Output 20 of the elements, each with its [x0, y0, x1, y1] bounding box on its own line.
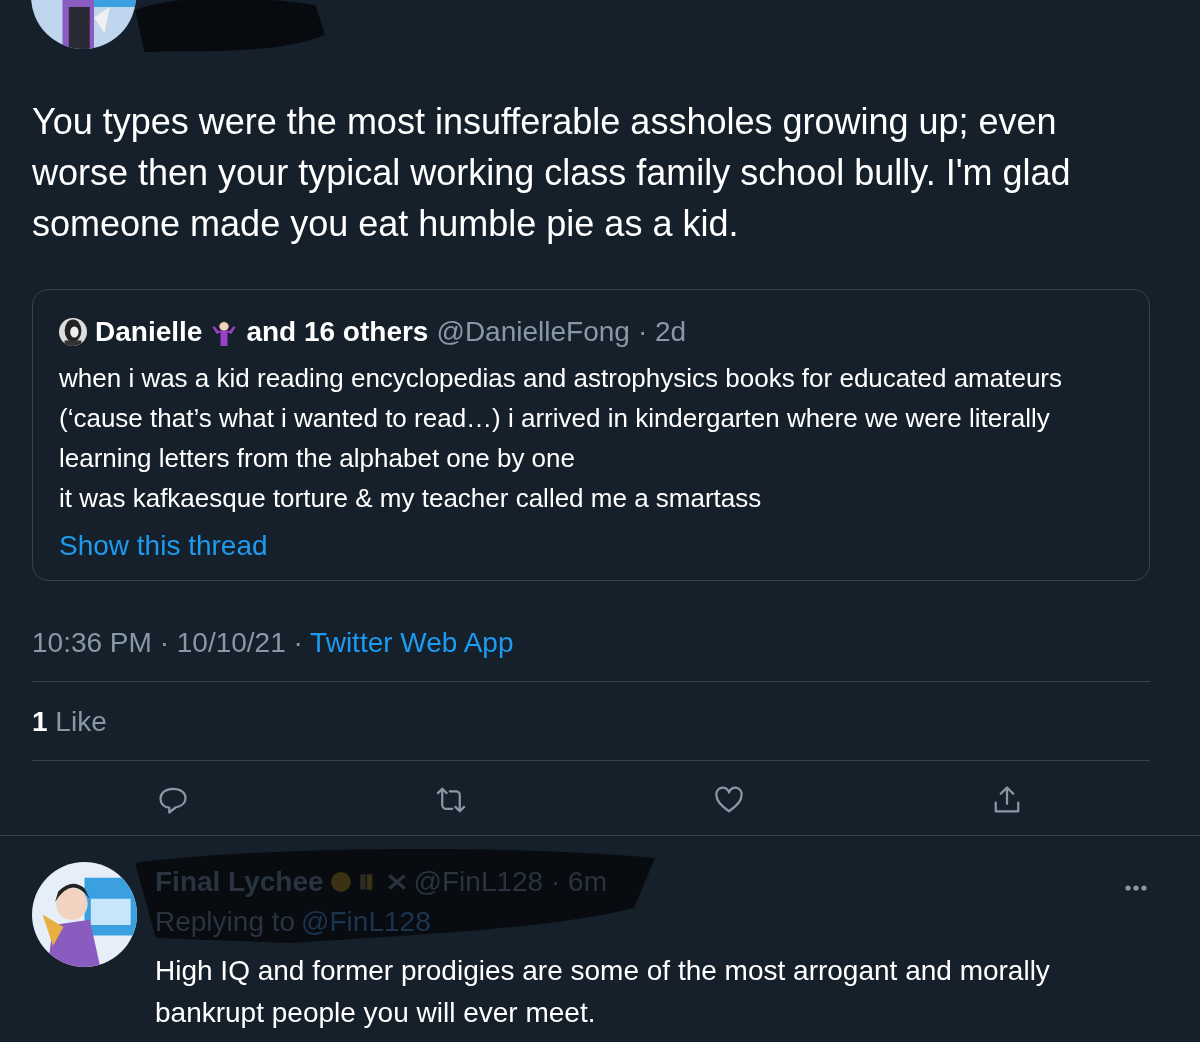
shrugging-person-icon: [210, 318, 239, 346]
quoted-tweet-card[interactable]: [32, 289, 1150, 581]
heart-icon[interactable]: [714, 785, 744, 815]
tweet-time: · 2d: [637, 316, 687, 348]
quote-text: it was kafkaesque torture & my teacher called me a smartass: [59, 482, 763, 515]
likes-link[interactable]: 1 Like: [32, 706, 107, 737]
reply-icon[interactable]: [158, 785, 188, 815]
more-options-icon[interactable]: [1124, 884, 1148, 892]
share-icon[interactable]: [992, 785, 1022, 815]
cross-icon: [385, 871, 408, 893]
author-handle: @DanielleFong: [436, 316, 630, 348]
tweet-timestamp: 10:36 PM · 10/10/21 ·: [32, 627, 304, 658]
source-link[interactable]: Twitter Web App: [310, 627, 514, 658]
author-name: Danielle: [95, 316, 203, 348]
tweet-text: You types were the most insufferable assholes growing up; even worse then your typical working class family school bully. I'm glad someone made you eat humble pie as a kid.: [32, 100, 1072, 246]
show-thread-link[interactable]: Show this thread: [59, 530, 268, 562]
emoji-icon: [329, 871, 352, 893]
author-name: and 16 others: [246, 316, 429, 348]
reply-text: High IQ and former prodigies are some of the most arrogant and morally bankrupt people you will ever meet.: [155, 954, 1051, 1030]
retweet-icon[interactable]: [436, 785, 466, 815]
